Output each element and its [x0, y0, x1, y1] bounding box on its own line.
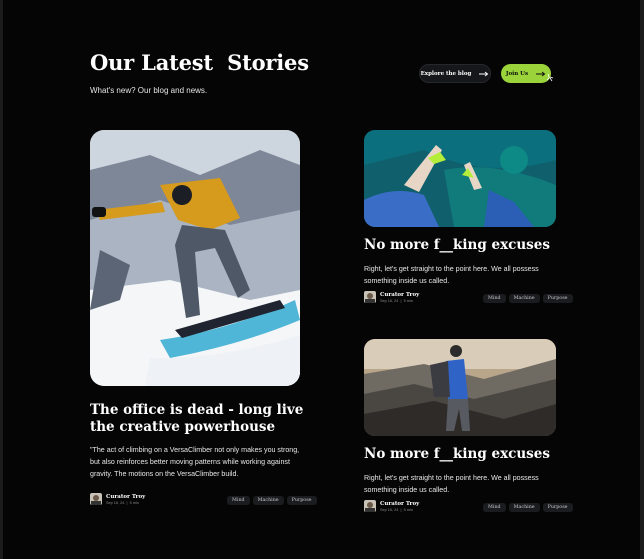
story-description: Right, let's get straight to the point h…: [364, 474, 539, 494]
blog-page: Our Latest Stories What's new? Our blog …: [3, 0, 640, 559]
tag-chip[interactable]: Mind: [227, 496, 250, 505]
avatar: [364, 291, 376, 303]
story-image-hiker[interactable]: [364, 339, 556, 436]
story-title[interactable]: The office is dead - long live the creat…: [90, 402, 315, 436]
post-date: Sep 16, 24 | 5 min: [380, 507, 413, 512]
story-image-snowboarder[interactable]: [90, 130, 300, 386]
sparkle-icon: [546, 73, 554, 82]
avatar: [364, 500, 376, 512]
explore-blog-label: Explore the blog: [420, 70, 472, 77]
story-title[interactable]: No more f__king excuses: [364, 446, 550, 462]
story-author: Curator Troy Sep 16, 24 | 5 min: [364, 291, 419, 303]
story-title[interactable]: No more f__king excuses: [364, 237, 550, 253]
tag-chip[interactable]: Machine: [508, 294, 540, 303]
story-author: Curator Troy Sep 16, 24 | 5 min: [90, 493, 145, 505]
arrow-right-icon: [479, 71, 489, 76]
author-name: Curator Troy: [380, 500, 420, 507]
join-us-button[interactable]: Join Us: [501, 64, 551, 83]
page-title: Our Latest Stories: [90, 50, 309, 75]
story-description: "The act of climbing on a VersaClimber n…: [90, 446, 300, 478]
tag-list: Mind Machine Purpose: [227, 496, 317, 505]
avatar: [90, 493, 102, 505]
explore-blog-button[interactable]: Explore the blog: [419, 64, 491, 83]
post-date: Sep 16, 24 | 5 min: [380, 298, 413, 303]
page-subtitle: What's new? Our blog and news.: [90, 86, 208, 95]
tag-chip[interactable]: Purpose: [542, 503, 573, 512]
author-name: Curator Troy: [380, 291, 420, 298]
tag-chip[interactable]: Machine: [508, 503, 540, 512]
author-name: Curator Troy: [106, 493, 146, 500]
story-author: Curator Troy Sep 16, 24 | 5 min: [364, 500, 419, 512]
tag-chip[interactable]: Mind: [483, 294, 506, 303]
story-description: Right, let's get straight to the point h…: [364, 265, 539, 285]
tag-chip[interactable]: Purpose: [286, 496, 317, 505]
tag-list: Mind Machine Purpose: [483, 294, 573, 303]
story-image-underwater[interactable]: [364, 130, 556, 227]
post-date: Sep 16, 24 | 5 min: [106, 500, 139, 505]
tag-chip[interactable]: Purpose: [542, 294, 573, 303]
join-us-label: Join Us: [505, 70, 529, 77]
tag-chip[interactable]: Machine: [252, 496, 284, 505]
tag-list: Mind Machine Purpose: [483, 503, 573, 512]
tag-chip[interactable]: Mind: [483, 503, 506, 512]
